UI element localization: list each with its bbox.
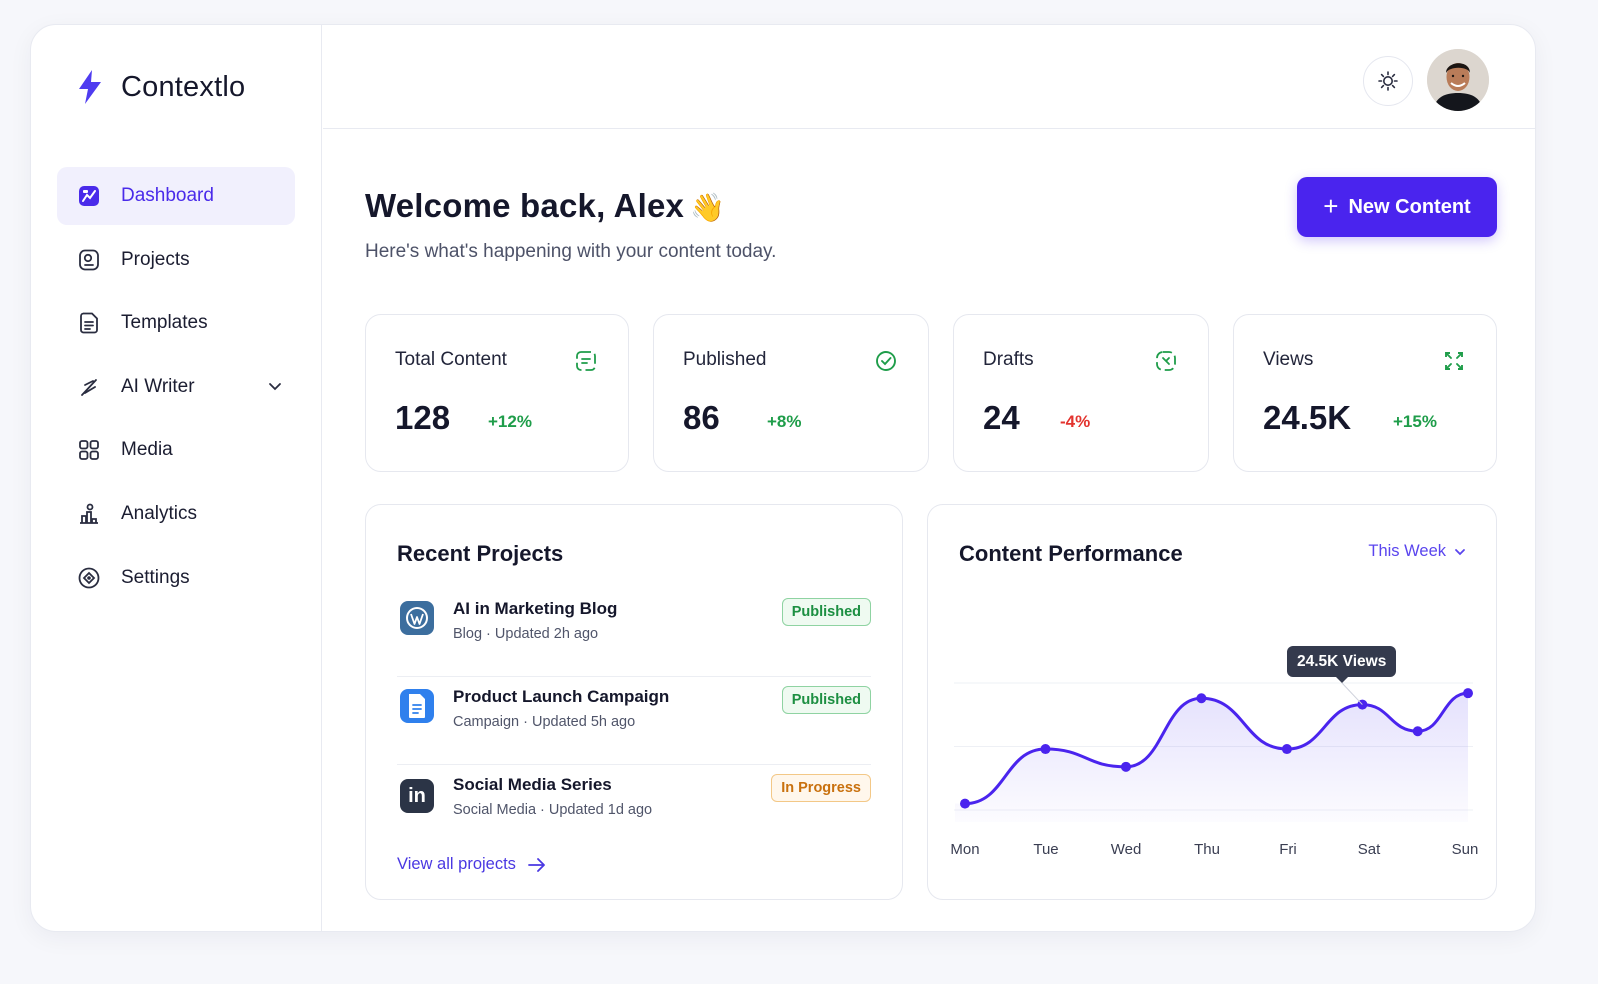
ai-writer-icon <box>77 375 101 399</box>
wordpress-icon <box>400 601 434 635</box>
status-badge: Published <box>781 598 871 626</box>
sidebar-item-label: Dashboard <box>121 185 214 206</box>
stat-label: Published <box>683 349 767 370</box>
sidebar-item-dashboard[interactable]: Dashboard <box>57 167 295 225</box>
data-point[interactable] <box>1412 726 1423 737</box>
data-point[interactable] <box>1120 761 1131 772</box>
sidebar-item-projects[interactable]: Projects <box>57 231 295 289</box>
sidebar-item-label: Projects <box>121 248 190 270</box>
settings-icon <box>77 566 101 590</box>
welcome-text: Welcome back, Alex <box>365 187 685 224</box>
stat-card-total-content[interactable]: Total Content 128 +12% <box>365 314 629 472</box>
page-subtitle: Here's what's happening with your conten… <box>365 241 777 262</box>
stat-card-drafts[interactable]: Drafts 24 -4% <box>953 314 1209 472</box>
view-all-projects-link[interactable]: View all projects <box>397 855 546 874</box>
draft-icon <box>1156 351 1176 371</box>
sidebar-item-label: Media <box>121 439 173 461</box>
project-row[interactable]: in Social Media Series Social Media · Up… <box>397 765 871 853</box>
data-point[interactable] <box>1040 744 1051 755</box>
templates-icon <box>77 311 101 335</box>
theme-toggle-button[interactable] <box>1363 56 1413 106</box>
media-icon <box>77 438 101 462</box>
linkedin-icon: in <box>400 779 434 813</box>
data-point[interactable] <box>1463 688 1473 699</box>
data-point[interactable] <box>1281 744 1292 755</box>
stat-change: +15% <box>1393 412 1437 431</box>
x-tick-label: Mon <box>950 841 980 858</box>
waving-hand-emoji: 👋 <box>690 192 726 223</box>
data-point[interactable] <box>960 798 970 809</box>
sidebar-item-label: AI Writer <box>121 375 195 397</box>
projects-icon <box>77 248 101 272</box>
stat-value: 86 <box>683 399 720 436</box>
stat-card-views[interactable]: Views 24.5K +15% <box>1233 314 1497 472</box>
page-title: Welcome back, Alex 👋 <box>365 187 725 225</box>
sidebar-item-settings[interactable]: Settings <box>57 549 295 607</box>
sidebar-item-label: Settings <box>121 566 190 588</box>
stat-label: Drafts <box>983 349 1034 370</box>
stat-card-published[interactable]: Published 86 +8% <box>653 314 929 472</box>
project-meta: Campaign · Updated 5h ago <box>453 714 636 730</box>
main-content: Welcome back, Alex 👋 Here's what's happen… <box>323 129 1535 931</box>
sidebar-item-label: Analytics <box>121 502 198 524</box>
x-tick-label: Tue <box>1033 841 1059 858</box>
sidebar-item-label: Templates <box>121 312 208 334</box>
new-content-label: New Content <box>1348 195 1471 218</box>
series-area <box>955 693 1468 822</box>
stat-value: 24.5K <box>1263 399 1352 436</box>
content-performance-card: Content Performance This Week 24.5K View… <box>927 504 1497 900</box>
project-name: Social Media Series <box>453 775 612 794</box>
sidebar-item-templates[interactable]: Templates <box>57 294 295 352</box>
x-tick-label: Thu <box>1194 841 1220 858</box>
user-avatar[interactable] <box>1427 49 1489 111</box>
x-tick-label: Sat <box>1357 841 1381 858</box>
chart-tooltip: 24.5K Views <box>1287 646 1397 683</box>
recent-projects-title: Recent Projects <box>397 541 564 566</box>
status-badge: In Progress <box>771 774 871 802</box>
tooltip-connector <box>1341 682 1363 705</box>
stat-change: +8% <box>767 412 802 431</box>
views-icon <box>1445 352 1463 370</box>
stat-value: 24 <box>983 399 1020 436</box>
brand-name: Contextlo <box>121 70 246 103</box>
plus-icon: + <box>1323 191 1339 221</box>
sidebar-item-ai-writer[interactable]: AI Writer <box>57 358 295 416</box>
stat-value: 128 <box>395 399 451 436</box>
x-tick-label: Fri <box>1279 841 1297 858</box>
lightning-logo-icon <box>79 70 101 104</box>
new-content-button[interactable]: + New Content <box>1297 177 1497 237</box>
project-row[interactable]: Product Launch Campaign Campaign · Updat… <box>397 677 871 765</box>
check-circle-icon <box>876 351 896 371</box>
project-meta: Social Media · Updated 1d ago <box>453 802 653 818</box>
content-icon <box>576 351 596 371</box>
stat-change: +12% <box>488 412 532 431</box>
x-tick-label: Wed <box>1110 841 1142 858</box>
dashboard-icon <box>77 184 101 208</box>
app-window: Contextlo Dashboard Projects Templates A… <box>30 24 1536 932</box>
stat-label: Total Content <box>395 349 507 370</box>
view-all-label: View all projects <box>397 855 516 873</box>
recent-projects-card: Recent Projects AI in Marketing Blog Blo… <box>365 504 903 900</box>
stat-change: -4% <box>1060 412 1091 431</box>
avatar-portrait-icon <box>1427 49 1489 111</box>
google-docs-icon <box>400 689 434 723</box>
sidebar-item-media[interactable]: Media <box>57 421 295 479</box>
sun-icon <box>1378 71 1398 91</box>
sidebar: Contextlo Dashboard Projects Templates A… <box>31 25 322 931</box>
sidebar-item-analytics[interactable]: Analytics <box>57 485 295 543</box>
data-point[interactable] <box>1196 693 1207 704</box>
project-name: AI in Marketing Blog <box>453 599 618 618</box>
sidebar-nav: Dashboard Projects Templates AI Writer M… <box>57 167 295 612</box>
top-bar <box>323 25 1535 129</box>
brand[interactable]: Contextlo <box>75 69 245 105</box>
project-name: Product Launch Campaign <box>453 687 670 706</box>
status-badge: Published <box>781 686 871 714</box>
analytics-icon <box>77 502 101 526</box>
arrow-right-icon <box>528 857 545 872</box>
chevron-down-icon[interactable] <box>267 378 283 394</box>
project-row[interactable]: AI in Marketing Blog Blog · Updated 2h a… <box>397 589 871 677</box>
x-tick-label: Sun <box>1451 841 1479 858</box>
stat-label: Views <box>1263 349 1314 370</box>
project-meta: Blog · Updated 2h ago <box>453 626 599 642</box>
